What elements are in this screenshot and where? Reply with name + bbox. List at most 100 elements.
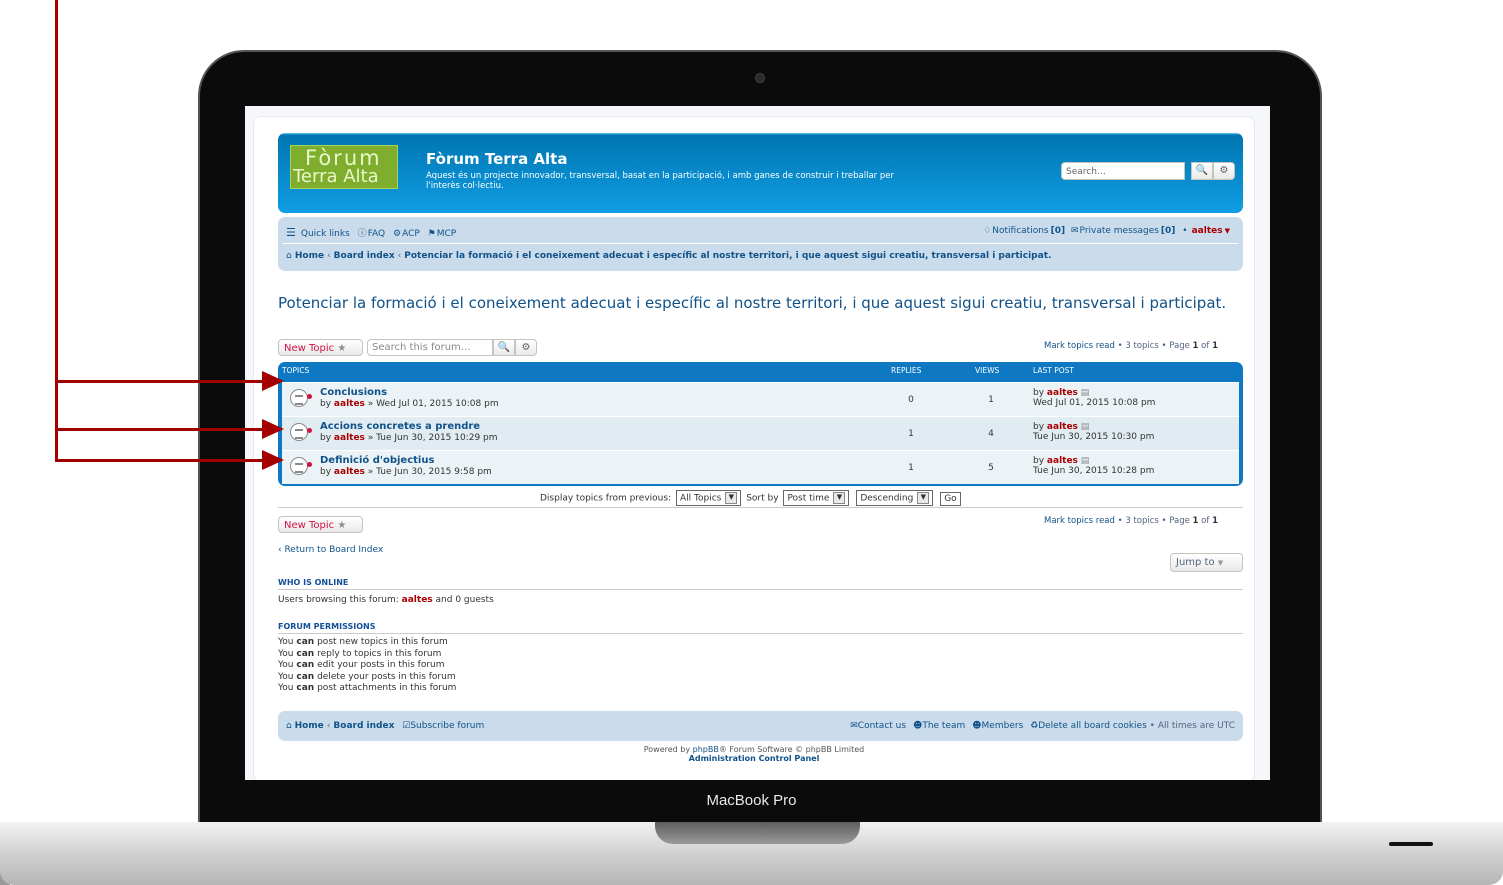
powered-prefix: Powered by	[643, 745, 691, 754]
topic-author[interactable]: aaltes	[334, 399, 365, 409]
camera-icon	[755, 73, 765, 83]
period-select[interactable]: All Topics ▼	[675, 490, 742, 506]
new-topic-button[interactable]: New Topic ★	[278, 339, 363, 356]
notifications-link[interactable]: Notifications	[992, 226, 1048, 236]
page-title[interactable]: Potenciar la formació i el coneixement a…	[278, 293, 1238, 313]
contact-link[interactable]: Contact us	[858, 721, 906, 731]
notifications-count[interactable]: [0]	[1051, 226, 1066, 236]
view-latest-post-icon[interactable]: ▤	[1081, 456, 1090, 466]
annotation-arrowhead	[262, 419, 284, 439]
perm-text: reply to topics in this forum	[317, 648, 442, 659]
star-icon: ★	[337, 520, 347, 531]
topic-count: 3 topics	[1125, 516, 1159, 526]
breadcrumb: ⌂ Home ‹ Board index ‹ Potenciar la formació…	[286, 251, 1051, 261]
topic-date: » Tue Jun 30, 2015 9:58 pm	[367, 467, 492, 477]
mark-topics-read-link[interactable]: Mark topics read	[1044, 516, 1115, 526]
pm-count[interactable]: [0]	[1161, 226, 1176, 236]
gear-icon[interactable]: ⚙	[1213, 162, 1235, 180]
last-post-author[interactable]: aaltes	[1047, 456, 1078, 466]
breadcrumb-separator: ‹	[397, 251, 402, 261]
subscribe-forum-link[interactable]: Subscribe forum	[410, 721, 484, 731]
online-prefix: Users browsing this forum:	[278, 595, 399, 605]
topic-date: » Tue Jun 30, 2015 10:29 pm	[367, 433, 498, 443]
nav-links: ☰ Quick links ⓘFAQ ⚙ACP ⚑MCP ♢Notificatio…	[286, 226, 1235, 240]
topic-title[interactable]: Conclusions	[320, 387, 387, 398]
caret-down-icon[interactable]: ▼	[1225, 227, 1230, 235]
forum-gear-icon[interactable]: ⚙	[515, 339, 537, 356]
perm-can: can	[296, 637, 315, 647]
perm-text: post attachments in this forum	[317, 683, 457, 693]
sort-dir-select[interactable]: Descending ▼	[856, 490, 934, 506]
return-to-board-link[interactable]: ‹ Return to Board Index	[278, 545, 383, 555]
topic-views: 4	[988, 429, 994, 439]
go-button[interactable]: Go	[940, 491, 961, 506]
view-latest-post-icon[interactable]: ▤	[1081, 388, 1090, 398]
mcp-link[interactable]: MCP	[437, 229, 456, 239]
private-messages-link[interactable]: Private messages	[1080, 226, 1159, 236]
by-label: by	[320, 399, 332, 409]
view-latest-post-icon[interactable]: ▤	[1081, 422, 1090, 432]
forum-search-input[interactable]: Search this forum…	[367, 339, 493, 356]
topic-title[interactable]: Definició d'objectius	[320, 455, 434, 466]
faq-icon: ⓘ	[357, 229, 367, 239]
new-topic-button-bottom[interactable]: New Topic ★	[278, 516, 363, 533]
annotation-arrow-line	[55, 380, 263, 383]
nav-bullet: •	[1182, 226, 1188, 236]
by-label: by	[1033, 422, 1045, 432]
table-row: Accions concretes a prendre by aaltes » …	[282, 416, 1239, 450]
topic-title[interactable]: Accions concretes a prendre	[320, 421, 480, 432]
members-link[interactable]: Members	[982, 721, 1024, 731]
footer-home-link[interactable]: Home	[295, 721, 324, 731]
topics-table: TOPICS REPLIES VIEWS LAST POST Conclusio…	[278, 362, 1243, 486]
jump-to-button[interactable]: Jump to ▼	[1170, 553, 1243, 572]
breadcrumb-home[interactable]: Home	[295, 251, 324, 261]
header-last-post: LAST POST	[1033, 366, 1074, 375]
permissions-list: You can post new topics in this forum Yo…	[278, 637, 456, 695]
perm-you: You	[278, 683, 294, 693]
search-input[interactable]: Search…	[1061, 162, 1185, 180]
site-title: Fòrum Terra Alta	[426, 150, 568, 168]
footer-left: ⌂ Home ‹ Board index ☑Subscribe forum	[286, 721, 484, 731]
envelope-icon: ✉	[850, 721, 858, 731]
last-post-date: Wed Jul 01, 2015 10:08 pm	[1033, 398, 1156, 408]
chevron-down-icon: ▼	[725, 492, 738, 504]
faq-link[interactable]: FAQ	[368, 229, 385, 239]
team-link[interactable]: The team	[922, 721, 965, 731]
topic-author[interactable]: aaltes	[334, 467, 365, 477]
forum-search-icon[interactable]: 🔍	[493, 339, 515, 356]
breadcrumb-forum[interactable]: Potenciar la formació i el coneixement a…	[404, 251, 1051, 261]
who-is-online-heading: WHO IS ONLINE	[278, 578, 349, 587]
site-description: Aquest és un projecte innovador, transve…	[426, 171, 895, 191]
site-logo[interactable]: Fòrum Terra Alta	[290, 145, 398, 189]
topic-meta: by aaltes » Tue Jun 30, 2015 9:58 pm	[320, 467, 492, 477]
quick-links[interactable]: Quick links	[301, 229, 350, 239]
laptop-notch	[655, 822, 860, 844]
topic-meta: by aaltes » Tue Jun 30, 2015 10:29 pm	[320, 433, 498, 443]
search-icon[interactable]: 🔍	[1191, 162, 1213, 180]
browser-screen: Fòrum Terra Alta Fòrum Terra Alta Aquest…	[245, 106, 1270, 780]
topic-last-post: by aaltes ▤ Tue Jun 30, 2015 10:28 pm	[1033, 456, 1154, 476]
footer-board-index-link[interactable]: Board index	[333, 721, 394, 731]
forum-search: Search this forum… 🔍 ⚙	[367, 339, 537, 356]
menu-icon[interactable]: ☰	[286, 226, 296, 239]
perm-text: delete your posts in this forum	[317, 671, 456, 682]
sort-label: Sort by	[746, 493, 779, 504]
acp-footer-link[interactable]: Administration Control Panel	[689, 754, 820, 763]
username-menu[interactable]: aaltes	[1192, 226, 1223, 236]
last-post-author[interactable]: aaltes	[1047, 388, 1078, 398]
delete-cookies-link[interactable]: Delete all board cookies	[1038, 721, 1147, 731]
annotation-arrow-line	[55, 0, 58, 462]
mark-topics-read-link[interactable]: Mark topics read	[1044, 341, 1115, 351]
table-row: Definició d'objectius by aaltes » Tue Ju…	[282, 450, 1239, 484]
page-total: 1	[1212, 341, 1218, 351]
online-user[interactable]: aaltes	[402, 595, 433, 605]
last-post-author[interactable]: aaltes	[1047, 422, 1078, 432]
topic-author[interactable]: aaltes	[334, 433, 365, 443]
sort-key-select[interactable]: Post time ▼	[783, 490, 850, 506]
topic-views: 5	[988, 463, 994, 473]
breadcrumb-board-index[interactable]: Board index	[334, 251, 395, 261]
perm-you: You	[278, 671, 294, 682]
phpbb-link[interactable]: phpBB	[693, 745, 719, 754]
acp-link[interactable]: ACP	[402, 229, 420, 239]
chevron-down-icon: ▼	[833, 492, 846, 504]
